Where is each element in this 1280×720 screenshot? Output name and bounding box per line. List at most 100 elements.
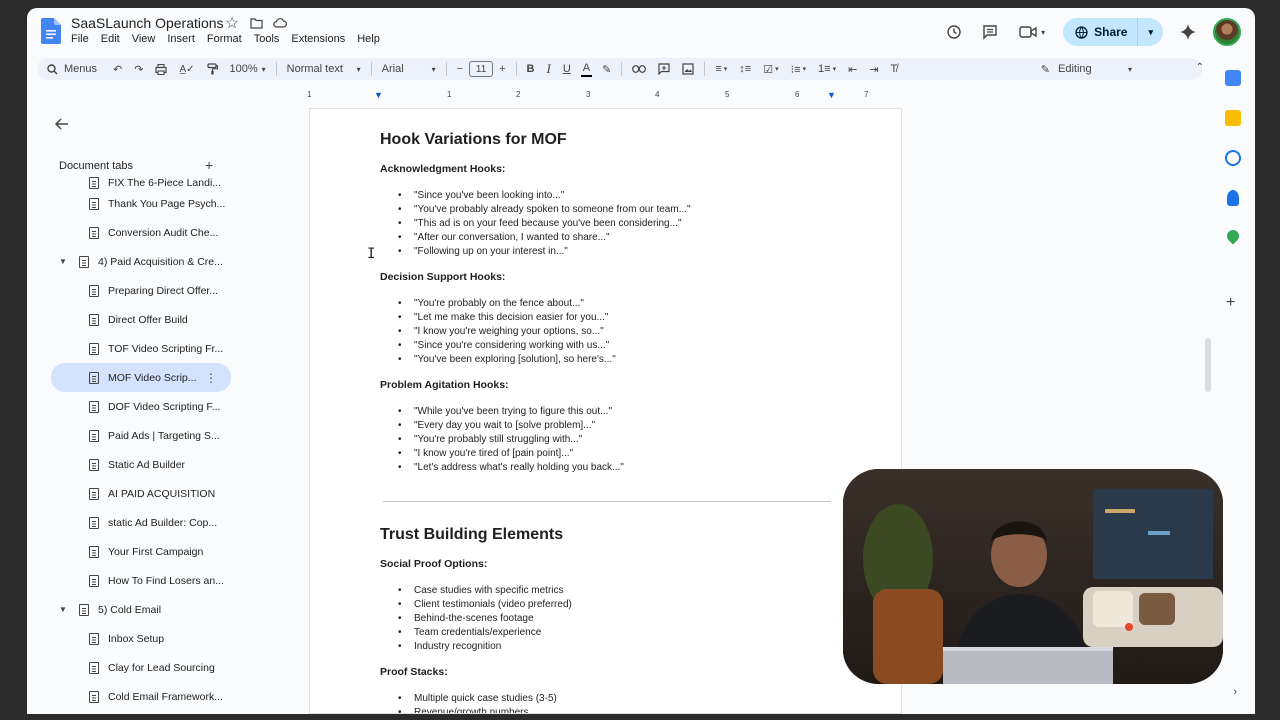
paragraph-style-select[interactable]: Normal text ▾ <box>281 58 367 80</box>
gemini-icon[interactable] <box>1177 21 1199 43</box>
spellcheck-icon[interactable]: A̲✓ <box>173 58 200 80</box>
insert-link-icon[interactable] <box>626 58 652 80</box>
tab-item[interactable]: Cold Email Framework... <box>51 682 291 711</box>
version-history-icon[interactable] <box>943 21 965 43</box>
menu-view[interactable]: View <box>132 33 156 45</box>
share-dropdown-icon[interactable]: ▾ <box>1148 27 1153 38</box>
font-select[interactable]: Arial ▾ <box>376 58 442 80</box>
tab-group[interactable]: ▼ 4) Paid Acquisition & Cre... <box>51 247 291 276</box>
problem-agitation-hooks-list: "While you've been trying to figure this… <box>380 405 840 475</box>
list-item: "Following up on your interest in..." <box>380 245 840 259</box>
document-title[interactable]: SaaSLaunch Operations <box>71 15 224 31</box>
star-icon[interactable]: ☆ <box>225 15 239 32</box>
horizontal-ruler[interactable]: 1 ▼ 1 2 3 4 5 6 ▼ 7 <box>299 90 905 102</box>
decision-support-hooks-list: "You're probably on the fence about..." … <box>380 297 840 367</box>
back-arrow-icon[interactable] <box>54 117 69 135</box>
tab-item[interactable]: Clay for Lead Sourcing <box>51 653 291 682</box>
increase-indent-icon[interactable]: ⇥ <box>863 58 884 80</box>
increase-font-size-icon[interactable]: + <box>493 58 511 80</box>
tab-item[interactable]: Direct Offer Build <box>51 305 291 334</box>
bulleted-list-icon[interactable]: ⁝≡ ▾ <box>785 58 812 80</box>
caret-down-icon[interactable]: ▼ <box>59 257 71 266</box>
document-icon <box>79 255 89 268</box>
cloud-status-icon[interactable] <box>273 16 287 30</box>
insert-image-icon[interactable] <box>676 58 700 80</box>
maps-icon[interactable] <box>1224 227 1242 245</box>
search-menus-button[interactable]: Menus <box>37 58 107 80</box>
header: SaaSLaunch Operations ☆ File Edit View I… <box>27 8 1255 56</box>
tab-item[interactable]: Paid Ads | Targeting S... <box>51 421 291 450</box>
checklist-icon[interactable]: ☑ ▾ <box>757 58 784 80</box>
add-tab-icon[interactable]: + <box>205 157 213 173</box>
italic-icon[interactable]: I <box>540 58 556 80</box>
tab-item[interactable]: static Ad Builder: Cop... <box>51 508 291 537</box>
right-indent-marker-icon[interactable]: ▼ <box>827 90 836 100</box>
subheading-proof-stacks: Proof Stacks: <box>380 666 448 678</box>
text-color-icon[interactable]: A <box>580 61 593 77</box>
ruler-mark: 3 <box>586 90 591 99</box>
clear-formatting-icon[interactable]: T̸ <box>885 58 904 80</box>
font-size-input[interactable]: 11 <box>469 61 494 77</box>
tab-item[interactable]: Thank You Page Psych... <box>51 189 291 218</box>
share-button[interactable]: Share ▾ <box>1063 18 1163 46</box>
menu-file[interactable]: File <box>71 33 89 45</box>
decrease-font-size-icon[interactable]: − <box>451 58 469 80</box>
calendar-icon[interactable] <box>1225 70 1241 86</box>
more-options-icon[interactable]: ⋮ <box>205 371 217 385</box>
tab-item[interactable]: Static Ad Builder <box>51 450 291 479</box>
meet-icon[interactable]: ▾ <box>1015 21 1049 43</box>
tab-item[interactable]: Preparing Direct Offer... <box>51 276 291 305</box>
avatar[interactable] <box>1213 18 1241 46</box>
line-spacing-icon[interactable]: ↕≡ <box>733 58 757 80</box>
redo-icon[interactable]: ↷ <box>128 58 149 80</box>
editing-mode-select[interactable]: ✎ Editing ▾ <box>1041 58 1132 80</box>
document-icon <box>89 400 99 413</box>
align-icon[interactable]: ≡ ▾ <box>709 58 733 80</box>
globe-icon <box>1075 25 1088 39</box>
menu-edit[interactable]: Edit <box>101 33 120 45</box>
bold-icon[interactable]: B <box>521 58 541 80</box>
list-item: "After our conversation, I wanted to sha… <box>380 231 840 245</box>
print-icon[interactable] <box>149 58 173 80</box>
numbered-list-icon[interactable]: 1≡ ▾ <box>812 58 842 80</box>
document-icon <box>89 487 99 500</box>
decrease-indent-icon[interactable]: ⇤ <box>842 58 863 80</box>
tab-group[interactable]: ▼ 5) Cold Email <box>51 595 291 624</box>
menu-extensions[interactable]: Extensions <box>291 33 345 45</box>
tab-item-selected[interactable]: MOF Video Scrip... ⋮ <box>51 363 231 392</box>
comments-icon[interactable] <box>979 21 1001 43</box>
list-item: "I know you're weighing your options, so… <box>380 325 840 339</box>
document-icon <box>89 342 99 355</box>
docs-logo-icon[interactable] <box>41 18 61 44</box>
left-indent-marker-icon[interactable]: ▼ <box>374 90 383 100</box>
paint-format-icon[interactable] <box>201 58 224 80</box>
tab-item[interactable]: FIX The 6-Piece Landi... <box>51 175 291 189</box>
document-page[interactable]: Hook Variations for MOF Acknowledgment H… <box>309 108 902 714</box>
move-folder-icon[interactable] <box>249 16 263 30</box>
contacts-icon[interactable] <box>1227 190 1239 206</box>
document-body[interactable]: Hook Variations for MOF Acknowledgment H… <box>380 109 840 713</box>
add-addon-icon[interactable]: + <box>1226 294 1235 312</box>
document-scrollbar[interactable] <box>1205 338 1211 392</box>
undo-icon[interactable]: ↶ <box>107 58 128 80</box>
caret-down-icon[interactable]: ▼ <box>59 605 71 614</box>
tab-item[interactable]: TOF Video Scripting Fr... <box>51 334 291 363</box>
collapse-toolbar-icon[interactable]: ⌃ <box>1196 62 1204 73</box>
tab-item[interactable]: AI PAID ACQUISITION <box>51 479 291 508</box>
tasks-icon[interactable] <box>1225 150 1241 166</box>
tab-item[interactable]: How To Find Losers an... <box>51 566 291 595</box>
menu-insert[interactable]: Insert <box>167 33 195 45</box>
menu-tools[interactable]: Tools <box>254 33 280 45</box>
tab-item[interactable]: Inbox Setup <box>51 624 291 653</box>
keep-icon[interactable] <box>1225 110 1241 126</box>
highlight-color-icon[interactable]: ✎ <box>596 58 617 80</box>
tab-item[interactable]: DOF Video Scripting F... <box>51 392 291 421</box>
add-comment-icon[interactable] <box>652 58 676 80</box>
menu-help[interactable]: Help <box>357 33 380 45</box>
tab-item[interactable]: Conversion Audit Che... <box>51 218 291 247</box>
underline-icon[interactable]: U <box>557 58 577 80</box>
zoom-select[interactable]: 100% ▾ <box>224 58 272 80</box>
menu-format[interactable]: Format <box>207 33 242 45</box>
expand-side-panel-icon[interactable]: › <box>1233 686 1237 698</box>
tab-item[interactable]: Your First Campaign <box>51 537 291 566</box>
